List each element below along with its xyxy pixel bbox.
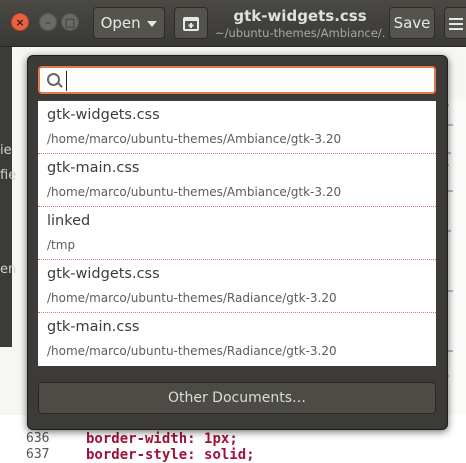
css-value: 1px: [204, 431, 230, 447]
close-icon[interactable]: ×: [11, 13, 29, 31]
header-bar: × – □ Open gtk-widgets.css ~/ubuntu-them…: [0, 0, 466, 47]
document-path: /home/marco/ubuntu-themes/Radiance/gtk-3…: [47, 344, 337, 358]
document-name: gtk-widgets.css: [47, 107, 160, 123]
document-name: gtk-main.css: [47, 319, 140, 335]
line-number: 637: [26, 447, 50, 462]
search-field[interactable]: [38, 66, 436, 94]
document-name: linked: [47, 213, 91, 229]
new-tab-icon: [183, 16, 199, 31]
document-name: gtk-main.css: [47, 160, 140, 176]
document-path: /home/marco/ubuntu-themes/Ambiance/gtk-3…: [47, 132, 342, 146]
css-declaration: border-width: 1px;: [86, 431, 238, 447]
search-icon: [47, 73, 60, 86]
hamburger-menu-button[interactable]: [444, 7, 466, 39]
document-path: /home/marco/ubuntu-themes/Radiance/gtk-3…: [47, 291, 337, 305]
recent-documents-list: gtk-widgets.css /home/marco/ubuntu-theme…: [38, 101, 436, 366]
dropdown-arrow-icon: [147, 20, 158, 27]
new-tab-button[interactable]: [174, 7, 208, 39]
line-number: 636: [26, 431, 50, 446]
other-documents-button[interactable]: Other Documents…: [38, 382, 436, 414]
minimize-icon[interactable]: –: [39, 13, 57, 31]
list-item[interactable]: gtk-widgets.css /home/marco/ubuntu-theme…: [38, 260, 436, 313]
code-line: 636 border-width: 1px;: [0, 431, 466, 447]
maximize-icon[interactable]: □: [61, 13, 79, 31]
code-line: 637 border-style: solid;: [0, 447, 466, 463]
side-panel-fragment: fie: [0, 168, 17, 183]
list-item[interactable]: linked /tmp: [38, 207, 436, 260]
css-property: border-style: [86, 447, 188, 463]
window-title-area: gtk-widgets.css ~/ubuntu-themes/Ambiance…: [215, 6, 385, 40]
side-panel-strip: ie fie en: [0, 47, 16, 347]
document-path: /tmp: [47, 238, 76, 252]
document-path: /home/marco/ubuntu-themes/Ambiance/gtk-3…: [47, 185, 342, 199]
search-input[interactable]: [66, 71, 431, 91]
css-value: solid: [204, 447, 247, 463]
window-subtitle: ~/ubuntu-themes/Ambiance/...: [215, 26, 385, 40]
hamburger-menu-icon: [449, 17, 463, 30]
side-panel-fragment: ie: [0, 143, 12, 158]
css-declaration: border-style: solid;: [86, 447, 255, 463]
css-property: border-width: [86, 431, 188, 447]
side-panel-fragment: en: [0, 262, 17, 277]
window-title: gtk-widgets.css: [233, 7, 367, 25]
open-button[interactable]: Open: [93, 7, 165, 39]
list-item[interactable]: gtk-main.css /home/marco/ubuntu-themes/A…: [38, 154, 436, 207]
open-documents-popover: gtk-widgets.css /home/marco/ubuntu-theme…: [27, 55, 448, 430]
open-button-label: Open: [100, 14, 141, 32]
document-name: gtk-widgets.css: [47, 266, 160, 282]
list-item[interactable]: gtk-main.css /home/marco/ubuntu-themes/R…: [38, 313, 436, 366]
list-item[interactable]: gtk-widgets.css /home/marco/ubuntu-theme…: [38, 101, 436, 154]
save-button[interactable]: Save: [389, 7, 435, 39]
